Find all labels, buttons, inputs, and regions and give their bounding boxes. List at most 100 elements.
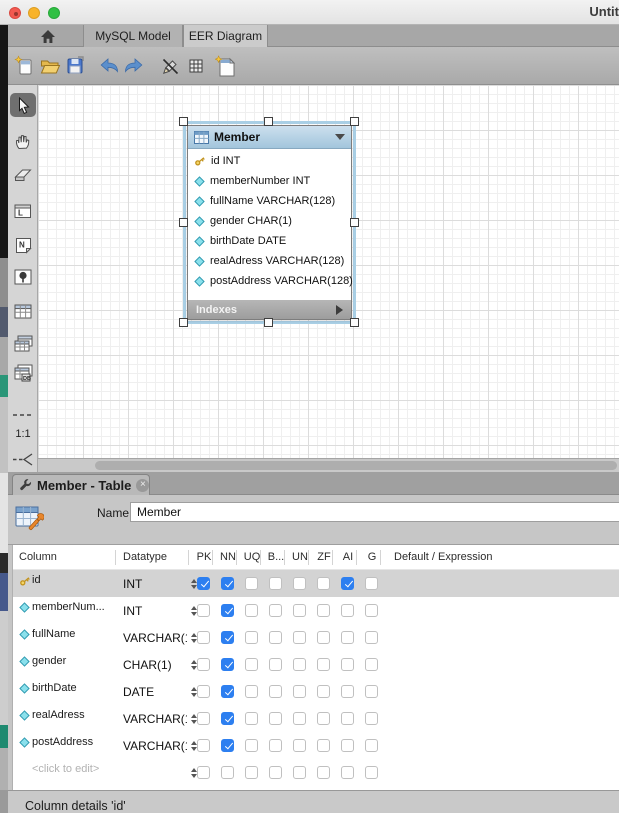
checkbox-zf[interactable] [317, 577, 330, 590]
checkbox-un[interactable] [293, 739, 306, 752]
checkbox-un[interactable] [293, 658, 306, 671]
resize-handle-n[interactable] [264, 117, 273, 126]
grid-row-new[interactable]: <click to edit> [13, 759, 619, 786]
checkbox-nn[interactable] [221, 631, 234, 644]
save-model-button[interactable] [63, 54, 87, 78]
grid-row-id[interactable]: id INT [13, 570, 619, 597]
diagram-table-member[interactable]: Member id INTmemberNumber INTfullName VA… [187, 125, 352, 320]
tool-relationship[interactable] [10, 447, 36, 471]
checkbox-uq[interactable] [245, 631, 258, 644]
checkbox-ai[interactable] [341, 685, 354, 698]
resize-handle-s[interactable] [264, 318, 273, 327]
datatype-cell[interactable]: INT [123, 577, 187, 591]
dashed-line-icon[interactable] [10, 410, 36, 420]
checkbox-nn[interactable] [221, 766, 234, 779]
checkbox-binary[interactable] [269, 658, 282, 671]
collapse-triangle-icon[interactable] [335, 134, 345, 140]
resize-handle-nw[interactable] [179, 117, 188, 126]
column-name-cell[interactable]: birthDate [32, 682, 116, 694]
checkbox-nn[interactable] [221, 577, 234, 590]
checkbox-nn[interactable] [221, 604, 234, 617]
canvas-horizontal-scrollbar[interactable] [38, 458, 619, 472]
toggle-edit-lock-button[interactable] [158, 54, 182, 78]
checkbox-zf[interactable] [317, 685, 330, 698]
grid-row-birthDate[interactable]: birthDateDATE [13, 678, 619, 705]
checkbox-ai[interactable] [341, 604, 354, 617]
resize-handle-e[interactable] [350, 218, 359, 227]
diagram-column[interactable]: gender CHAR(1) [188, 211, 351, 231]
datatype-cell[interactable]: VARCHAR(128) [123, 712, 187, 726]
checkbox-g[interactable] [365, 739, 378, 752]
checkbox-pk[interactable] [197, 685, 210, 698]
toggle-grid-button[interactable] [184, 54, 208, 78]
tool-view[interactable] [10, 331, 36, 355]
column-name-cell[interactable]: memberNum... [32, 601, 116, 613]
checkbox-zf[interactable] [317, 739, 330, 752]
tool-hand[interactable] [10, 129, 36, 153]
checkbox-pk[interactable] [197, 577, 210, 590]
resize-handle-w[interactable] [179, 218, 188, 227]
checkbox-uq[interactable] [245, 604, 258, 617]
checkbox-binary[interactable] [269, 604, 282, 617]
checkbox-nn[interactable] [221, 658, 234, 671]
diagram-column[interactable]: fullName VARCHAR(128) [188, 191, 351, 211]
resize-handle-sw[interactable] [179, 318, 188, 327]
checkbox-ai[interactable] [341, 631, 354, 644]
indexes-bar[interactable]: Indexes [188, 300, 351, 319]
tool-table[interactable] [10, 299, 36, 323]
checkbox-nn[interactable] [221, 685, 234, 698]
diagram-table-header[interactable]: Member [188, 126, 351, 149]
diagram-column[interactable]: birthDate DATE [188, 231, 351, 251]
datatype-cell[interactable]: INT [123, 604, 187, 618]
checkbox-binary[interactable] [269, 577, 282, 590]
undo-button[interactable] [98, 54, 122, 78]
checkbox-un[interactable] [293, 712, 306, 725]
tool-cursor[interactable] [10, 93, 36, 117]
diagram-column[interactable]: postAddress VARCHAR(128) [188, 271, 351, 291]
column-name-cell[interactable]: <click to edit> [32, 763, 116, 775]
grid-row-realAdress[interactable]: realAdress VARCHAR(128) [13, 705, 619, 732]
checkbox-g[interactable] [365, 766, 378, 779]
column-name-cell[interactable]: fullName [32, 628, 116, 640]
checkbox-binary[interactable] [269, 766, 282, 779]
checkbox-uq[interactable] [245, 739, 258, 752]
column-name-cell[interactable]: id [32, 574, 116, 586]
checkbox-uq[interactable] [245, 577, 258, 590]
header-column[interactable]: Column [19, 551, 57, 563]
tool-note[interactable]: N [10, 233, 36, 257]
close-window-button[interactable] [9, 7, 21, 19]
checkbox-g[interactable] [365, 604, 378, 617]
checkbox-pk[interactable] [197, 739, 210, 752]
checkbox-ai[interactable] [341, 712, 354, 725]
datatype-cell[interactable]: CHAR(1) [123, 658, 187, 672]
checkbox-ai[interactable] [341, 766, 354, 779]
column-name-cell[interactable]: realAdress [32, 709, 116, 721]
checkbox-nn[interactable] [221, 739, 234, 752]
tab-home[interactable] [22, 25, 74, 47]
diagram-column[interactable]: memberNumber INT [188, 171, 351, 191]
scrollbar-thumb[interactable] [95, 461, 617, 470]
new-diagram-button[interactable] [213, 54, 237, 78]
checkbox-g[interactable] [365, 685, 378, 698]
checkbox-un[interactable] [293, 577, 306, 590]
checkbox-pk[interactable] [197, 631, 210, 644]
column-name-cell[interactable]: gender [32, 655, 116, 667]
redo-button[interactable] [121, 54, 145, 78]
checkbox-uq[interactable] [245, 766, 258, 779]
grid-row-gender[interactable]: gender CHAR(1) [13, 651, 619, 678]
checkbox-ai[interactable] [341, 739, 354, 752]
grid-row-postAddress[interactable]: postAddressVARCHAR(128) [13, 732, 619, 759]
zoom-window-button[interactable] [48, 7, 60, 19]
checkbox-ai[interactable] [341, 577, 354, 590]
eer-diagram-canvas[interactable]: Member id INTmemberNumber INTfullName VA… [38, 85, 619, 458]
open-model-button[interactable] [38, 54, 62, 78]
tool-image[interactable] [10, 265, 36, 289]
checkbox-un[interactable] [293, 685, 306, 698]
column-name-cell[interactable]: postAddress [32, 736, 116, 748]
diagram-column[interactable]: realAdress VARCHAR(128) [188, 251, 351, 271]
checkbox-un[interactable] [293, 766, 306, 779]
header-datatype[interactable]: Datatype [123, 551, 167, 563]
checkbox-zf[interactable] [317, 712, 330, 725]
checkbox-zf[interactable] [317, 604, 330, 617]
close-tab-icon[interactable] [136, 479, 149, 492]
